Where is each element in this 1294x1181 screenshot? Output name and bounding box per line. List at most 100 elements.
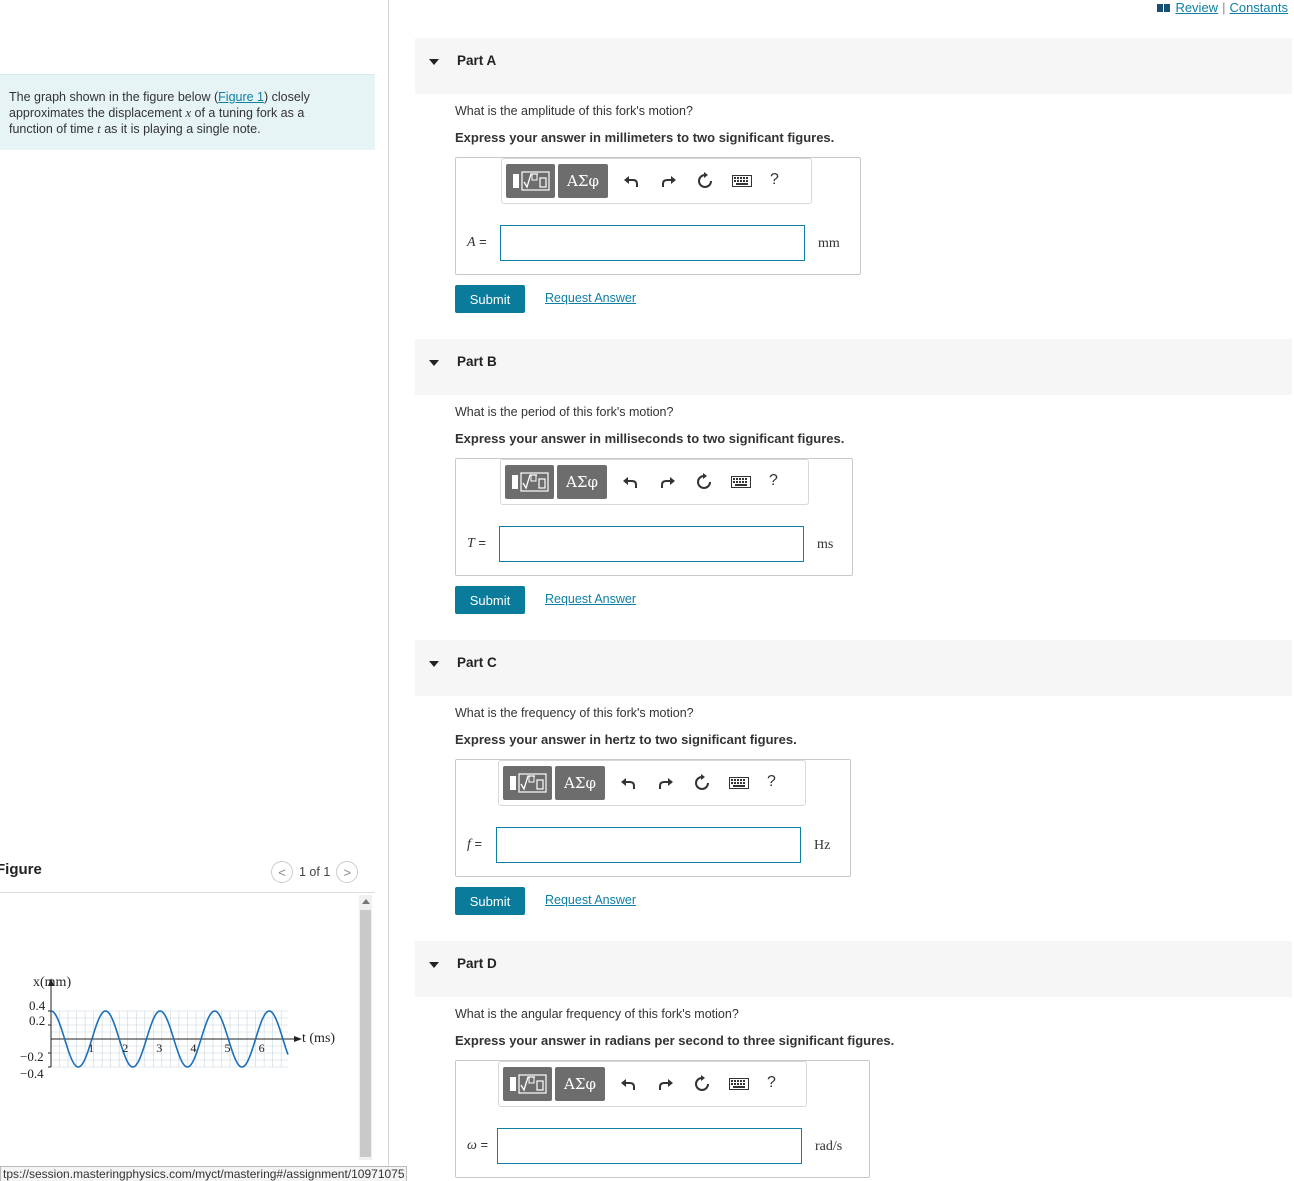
part-header[interactable]: Part C <box>415 640 1292 696</box>
math-toolbar: ΑΣφ ? <box>500 459 809 505</box>
question-text: What is the angular frequency of this fo… <box>455 1007 739 1021</box>
greek-symbols-button[interactable]: ΑΣφ <box>558 164 608 198</box>
x-tick-label: 4 <box>190 1041 196 1055</box>
undo-icon[interactable] <box>622 172 640 190</box>
undo-icon[interactable] <box>619 1075 637 1093</box>
link-separator: | <box>1222 0 1226 15</box>
answer-input[interactable] <box>500 225 805 261</box>
scroll-thumb[interactable] <box>360 910 371 1157</box>
unit-label: Hz <box>814 838 831 853</box>
problem-intro: The graph shown in the figure below (Fig… <box>0 74 375 150</box>
x-tick-label: 1 <box>88 1041 94 1055</box>
keyboard-icon[interactable] <box>730 473 752 491</box>
answer-box: ΑΣφ ? A = mm <box>455 157 861 275</box>
keyboard-icon[interactable] <box>728 774 750 792</box>
x-axis-label: t (ms) <box>302 1031 335 1046</box>
x-tick-label: 6 <box>259 1041 265 1055</box>
unit-label: rad/s <box>815 1139 843 1154</box>
request-answer-link[interactable]: Request Answer <box>545 592 636 606</box>
request-answer-link[interactable]: Request Answer <box>545 893 636 907</box>
next-figure-button[interactable]: > <box>336 861 359 883</box>
undo-icon[interactable] <box>621 473 639 491</box>
displacement-graph: x(mm) t (ms) 0.4 0.2 −0.2 −0.4 1 2 3 4 5 6 <box>20 975 335 1081</box>
reset-icon[interactable] <box>693 774 711 792</box>
answer-input[interactable] <box>496 827 801 863</box>
instruction-text: Express your answer in hertz to two sign… <box>455 732 797 747</box>
scroll-up-arrow-icon[interactable] <box>362 899 370 904</box>
unit-label: mm <box>818 236 840 251</box>
request-answer-link[interactable]: Request Answer <box>545 291 636 305</box>
y-axis-label: x(mm) <box>33 975 71 990</box>
figure-heading: Figure <box>0 861 42 878</box>
keyboard-icon[interactable] <box>731 172 753 190</box>
x-tick-label: 5 <box>225 1041 231 1055</box>
submit-button[interactable]: Submit <box>455 586 525 614</box>
question-text: What is the amplitude of this fork's mot… <box>455 104 693 118</box>
undo-icon[interactable] <box>619 774 637 792</box>
help-button[interactable]: ? <box>767 1074 776 1092</box>
templates-button[interactable] <box>506 164 555 198</box>
answer-variable-label: T = <box>467 535 487 551</box>
reset-icon[interactable] <box>696 172 714 190</box>
collapse-triangle-icon[interactable] <box>429 59 439 65</box>
part-header[interactable]: Part B <box>415 339 1292 395</box>
collapse-triangle-icon[interactable] <box>429 360 439 366</box>
reset-icon[interactable] <box>693 1075 711 1093</box>
redo-icon[interactable] <box>660 172 678 190</box>
part-title: Part D <box>457 956 497 971</box>
answer-box: ΑΣφ ? f = Hz <box>455 759 851 877</box>
greek-symbols-button[interactable]: ΑΣφ <box>555 766 605 800</box>
submit-button[interactable]: Submit <box>455 887 525 915</box>
instruction-text: Express your answer in milliseconds to t… <box>455 431 845 446</box>
answer-box: ΑΣφ ? T = ms <box>455 458 853 576</box>
part-title: Part B <box>457 354 497 369</box>
prev-figure-button[interactable]: < <box>271 861 293 883</box>
keyboard-icon[interactable] <box>728 1075 750 1093</box>
greek-symbols-button[interactable]: ΑΣφ <box>555 1067 605 1101</box>
help-button[interactable]: ? <box>770 171 779 189</box>
submit-button[interactable]: Submit <box>455 285 525 313</box>
answer-variable-label: A = <box>467 234 487 250</box>
figure-link[interactable]: Figure 1 <box>218 90 264 104</box>
redo-icon[interactable] <box>657 774 675 792</box>
redo-icon[interactable] <box>659 473 677 491</box>
collapse-triangle-icon[interactable] <box>429 661 439 667</box>
figure-pager: < 1 of 1 > <box>271 861 359 883</box>
templates-button[interactable] <box>503 1067 552 1101</box>
y-tick-label: −0.4 <box>20 1066 44 1081</box>
part-title: Part C <box>457 655 497 670</box>
x-tick-label: 2 <box>122 1041 128 1055</box>
math-toolbar: ΑΣφ ? <box>501 158 812 204</box>
figure-scrollbar[interactable] <box>359 895 372 1160</box>
review-link[interactable]: Review <box>1175 0 1218 15</box>
unit-label: ms <box>817 537 834 552</box>
collapse-triangle-icon[interactable] <box>429 962 439 968</box>
top-links: Review | Constants <box>1157 0 1288 15</box>
templates-button[interactable] <box>505 465 554 499</box>
x-tick-label: 3 <box>156 1041 162 1055</box>
constants-link[interactable]: Constants <box>1229 0 1288 15</box>
book-icon <box>1157 3 1171 12</box>
part-title: Part A <box>457 53 497 68</box>
help-button[interactable]: ? <box>769 472 778 490</box>
greek-symbols-button[interactable]: ΑΣφ <box>557 465 607 499</box>
figure-pager-label: 1 of 1 <box>299 865 331 879</box>
math-toolbar: ΑΣφ ? <box>498 1061 807 1107</box>
y-tick-label: 0.2 <box>29 1013 45 1028</box>
part-header[interactable]: Part D <box>415 941 1292 997</box>
math-toolbar: ΑΣφ ? <box>498 760 806 806</box>
help-button[interactable]: ? <box>767 773 776 791</box>
figure-rule <box>0 892 375 893</box>
status-bar-url: tps://session.masteringphysics.com/myct/… <box>0 1166 407 1181</box>
instruction-text: Express your answer in millimeters to tw… <box>455 130 835 145</box>
answer-variable-label: f = <box>467 836 483 852</box>
templates-button[interactable] <box>503 766 552 800</box>
redo-icon[interactable] <box>657 1075 675 1093</box>
instruction-text: Express your answer in radians per secon… <box>455 1033 895 1048</box>
reset-icon[interactable] <box>695 473 713 491</box>
part-header[interactable]: Part A <box>415 38 1292 94</box>
answer-input[interactable] <box>497 1128 802 1164</box>
answer-input[interactable] <box>499 526 804 562</box>
intro-text: The graph shown in the figure below (Fig… <box>9 90 310 136</box>
question-text: What is the period of this fork's motion… <box>455 405 674 419</box>
